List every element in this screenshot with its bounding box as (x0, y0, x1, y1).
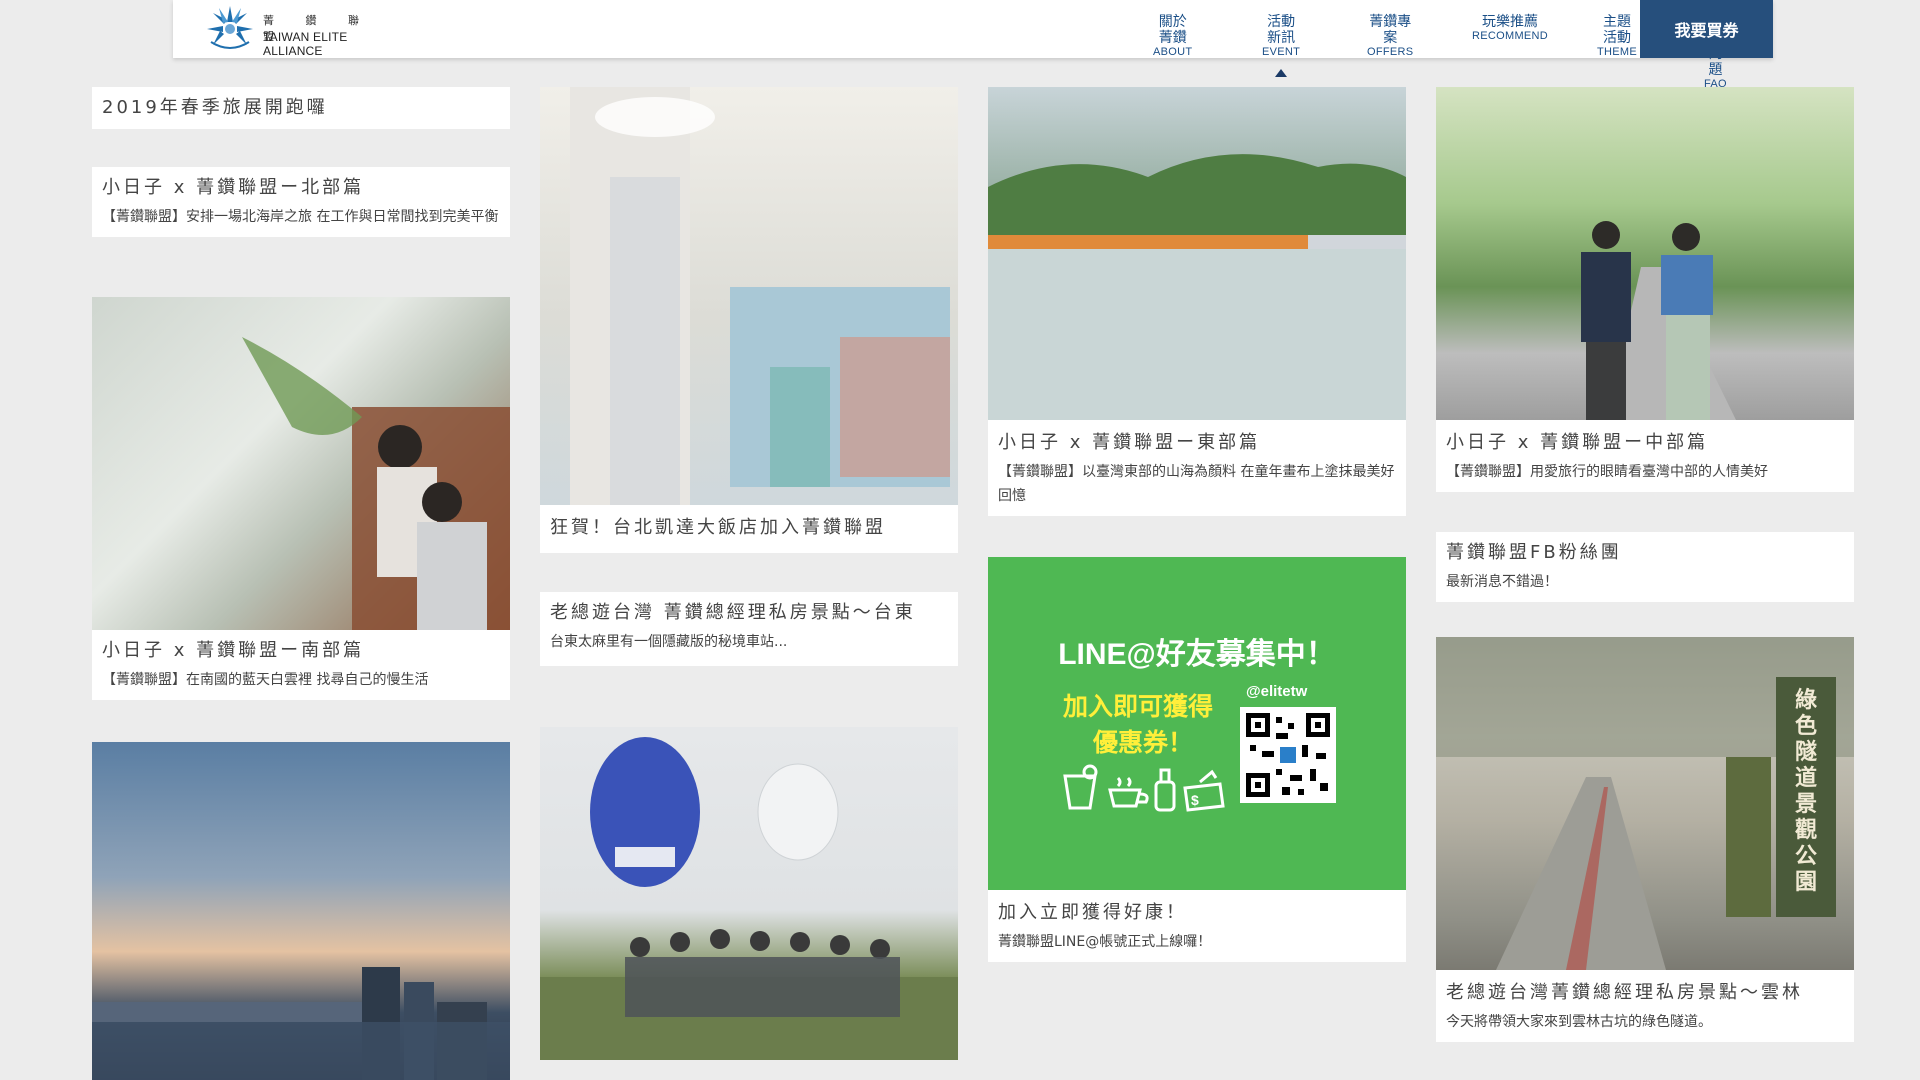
line-banner-id: @elitetw (1246, 683, 1308, 700)
card-hot-air-balloon[interactable] (540, 727, 958, 1060)
logo-sunburst-icon (207, 6, 253, 49)
card-north[interactable]: 小日子 x 菁鑽聯盟ー北部篇 【菁鑽聯盟】安排一場北海岸之旅 在工作與日常間找到… (92, 167, 510, 237)
card-fb-fanpage[interactable]: 菁鑽聯盟FB粉絲團 最新消息不錯過！ (1436, 532, 1854, 602)
card-title: 菁鑽聯盟FB粉絲團 (1446, 542, 1622, 563)
nav-label-cn: 主題活動 (1603, 13, 1631, 45)
line-banner-line1: 加入即可獲得 (1063, 692, 1214, 721)
card-description: 【菁鑽聯盟】安排一場北海岸之旅 在工作與日常間找到完美平衡 (102, 209, 499, 225)
nav-label-cn: 玩樂推薦 (1482, 13, 1539, 29)
card-description: 今天將帶領大家來到雲林古坑的綠色隧道。 (1446, 1014, 1712, 1030)
logo-english-name: TAIWAN ELITE ALLIANCE (263, 30, 348, 58)
photo-hotel-lobby (570, 87, 950, 505)
nav-label-en: ABOUT (1153, 46, 1193, 58)
card-description: 台東太麻里有一個隱藏版的秘境車站... (550, 634, 788, 650)
nav-item-theme[interactable]: 主題活動 THEME (1597, 13, 1637, 59)
green-tunnel-sign: 綠色隧道景觀公園 (1794, 687, 1817, 895)
nav-label-en: EVENT (1262, 46, 1301, 58)
card-description: 【菁鑽聯盟】以臺灣東部的山海為顏料 在童年畫布上塗抹最美好回憶 (998, 464, 1395, 504)
nav-item-event[interactable]: 活動新訊 EVENT (1262, 13, 1301, 77)
photo-balloons (540, 737, 958, 1060)
nav-item-offers[interactable]: 菁鑽專案 OFFERS (1367, 13, 1413, 59)
drink-icons: $ (1060, 762, 1230, 812)
card-image-hotel-lobby (540, 87, 958, 505)
card-image-line-banner: LINE@好友募集中！ 加入即可獲得 優惠券！ @elitetw $ (988, 557, 1406, 890)
line-banner-line2: 優惠券！ (1093, 728, 1194, 757)
card-description: 【菁鑽聯盟】在南國的藍天白雲裡 找尋自己的慢生活 (102, 672, 429, 688)
card-title: 2019年春季旅展開跑囉 (102, 97, 328, 118)
card-title: 小日子 x 菁鑽聯盟ー南部篇 (102, 640, 365, 661)
card-grand-hotel[interactable]: 狂賀！台北凱達大飯店加入菁鑽聯盟 (540, 87, 958, 553)
card-taitung[interactable]: 老總遊台灣 菁鑽總經理私房景點～台東 台東太麻里有一個隱藏版的秘境車站... (540, 592, 958, 666)
nav-label-cn: 活動新訊 (1267, 13, 1296, 45)
card-description: 最新消息不錯過！ (1446, 574, 1558, 590)
svg-text:$: $ (1191, 792, 1199, 808)
card-south[interactable]: 小日子 x 菁鑽聯盟ー南部篇 【菁鑽聯盟】在南國的藍天白雲裡 找尋自己的慢生活 (92, 297, 510, 700)
card-title: 老總遊台灣菁鑽總經理私房景點～雲林 (1446, 982, 1803, 1003)
card-east[interactable]: 小日子 x 菁鑽聯盟ー東部篇 【菁鑽聯盟】以臺灣東部的山海為顏料 在童年畫布上塗… (988, 87, 1406, 516)
card-image-couple-by-wall (92, 297, 510, 630)
photo-city-skyline (92, 967, 510, 1080)
card-title: 小日子 x 菁鑽聯盟ー中部篇 (1446, 432, 1709, 453)
photo-train (988, 154, 1406, 420)
buy-ticket-button[interactable]: 我要買券 (1640, 0, 1773, 58)
card-image-green-tunnel: 綠色隧道景觀公園 (1436, 637, 1854, 970)
nav-label-en: OFFERS (1367, 46, 1414, 58)
nav-item-about[interactable]: 關於菁鑽 ABOUT (1153, 13, 1192, 59)
card-title: 小日子 x 菁鑽聯盟ー北部篇 (102, 177, 365, 198)
card-image-train-rice-field (988, 87, 1406, 420)
nav-item-recommend[interactable]: 玩樂推薦 RECOMMEND (1472, 13, 1548, 43)
nav-label-cn: 關於菁鑽 (1158, 13, 1187, 45)
card-central[interactable]: 小日子 x 菁鑽聯盟ー中部篇 【菁鑽聯盟】用愛旅行的眼睛看臺灣中部的人情美好 (1436, 87, 1854, 492)
site-header: 菁 鑽 聯 盟 TAIWAN ELITE ALLIANCE 關於菁鑽 ABOUT… (173, 0, 1773, 90)
nav-label-cn: 菁鑽專案 (1369, 13, 1412, 45)
card-image-city-sunset (92, 742, 510, 1080)
photo-couple (242, 337, 510, 630)
card-spring-travel-fair[interactable]: 2019年春季旅展開跑囉 (92, 87, 510, 129)
card-description: 【菁鑽聯盟】用愛旅行的眼睛看臺灣中部的人情美好 (1446, 464, 1768, 480)
card-image-tree-road-couple (1436, 87, 1854, 420)
card-title: 小日子 x 菁鑽聯盟ー東部篇 (998, 432, 1261, 453)
nav-label-en: THEME (1597, 46, 1637, 58)
photo-couple-road (1581, 221, 1736, 420)
card-yunlin[interactable]: 綠色隧道景觀公園 老總遊台灣菁鑽總經理私房景點～雲林 今天將帶領大家來到雲林古坑… (1436, 637, 1854, 1042)
card-line-promo[interactable]: LINE@好友募集中！ 加入即可獲得 優惠券！ @elitetw $ 加入立即獲… (988, 557, 1406, 962)
qr-code-icon (1240, 707, 1336, 803)
line-banner-title: LINE@好友募集中！ (1058, 638, 1336, 671)
card-title: 老總遊台灣 菁鑽總經理私房景點～台東 (550, 602, 916, 623)
card-city-sunset[interactable] (92, 742, 510, 1080)
card-title: 加入立即獲得好康！ (998, 902, 1187, 923)
nav-label-en: RECOMMEND (1472, 30, 1549, 42)
card-image-balloon-group (540, 727, 958, 1060)
card-description: 菁鑽聯盟LINE@帳號正式上線囉！ (998, 934, 1212, 950)
card-title: 狂賀！台北凱達大飯店加入菁鑽聯盟 (550, 517, 886, 538)
site-logo[interactable]: 菁 鑽 聯 盟 TAIWAN ELITE ALLIANCE (203, 2, 403, 58)
